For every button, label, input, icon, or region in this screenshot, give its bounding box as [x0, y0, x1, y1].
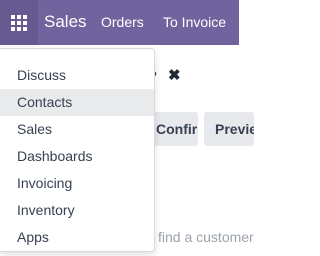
top-navbar: Sales Orders To Invoice: [0, 0, 239, 45]
app-brand-sales[interactable]: Sales: [44, 12, 87, 32]
apps-grid-icon: [11, 14, 27, 31]
menu-item-discuss[interactable]: Discuss: [0, 62, 154, 89]
menu-item-dashboards[interactable]: Dashboards: [0, 143, 154, 170]
preview-button[interactable]: Preview: [204, 112, 254, 146]
menu-item-apps[interactable]: Apps: [0, 224, 154, 251]
menu-item-contacts[interactable]: Contacts: [0, 89, 154, 116]
customer-search-input[interactable]: find a customer: [158, 229, 258, 245]
menu-item-inventory[interactable]: Inventory: [0, 197, 154, 224]
nav-to-invoice[interactable]: To Invoice: [163, 14, 226, 31]
menu-item-invoicing[interactable]: Invoicing: [0, 170, 154, 197]
apps-menu-button[interactable]: [0, 0, 38, 45]
nav-orders[interactable]: Orders: [101, 14, 144, 31]
menu-item-sales[interactable]: Sales: [0, 116, 154, 143]
close-icon[interactable]: ✖: [168, 66, 181, 84]
apps-dropdown-menu: Discuss Contacts Sales Dashboards Invoic…: [0, 48, 155, 252]
